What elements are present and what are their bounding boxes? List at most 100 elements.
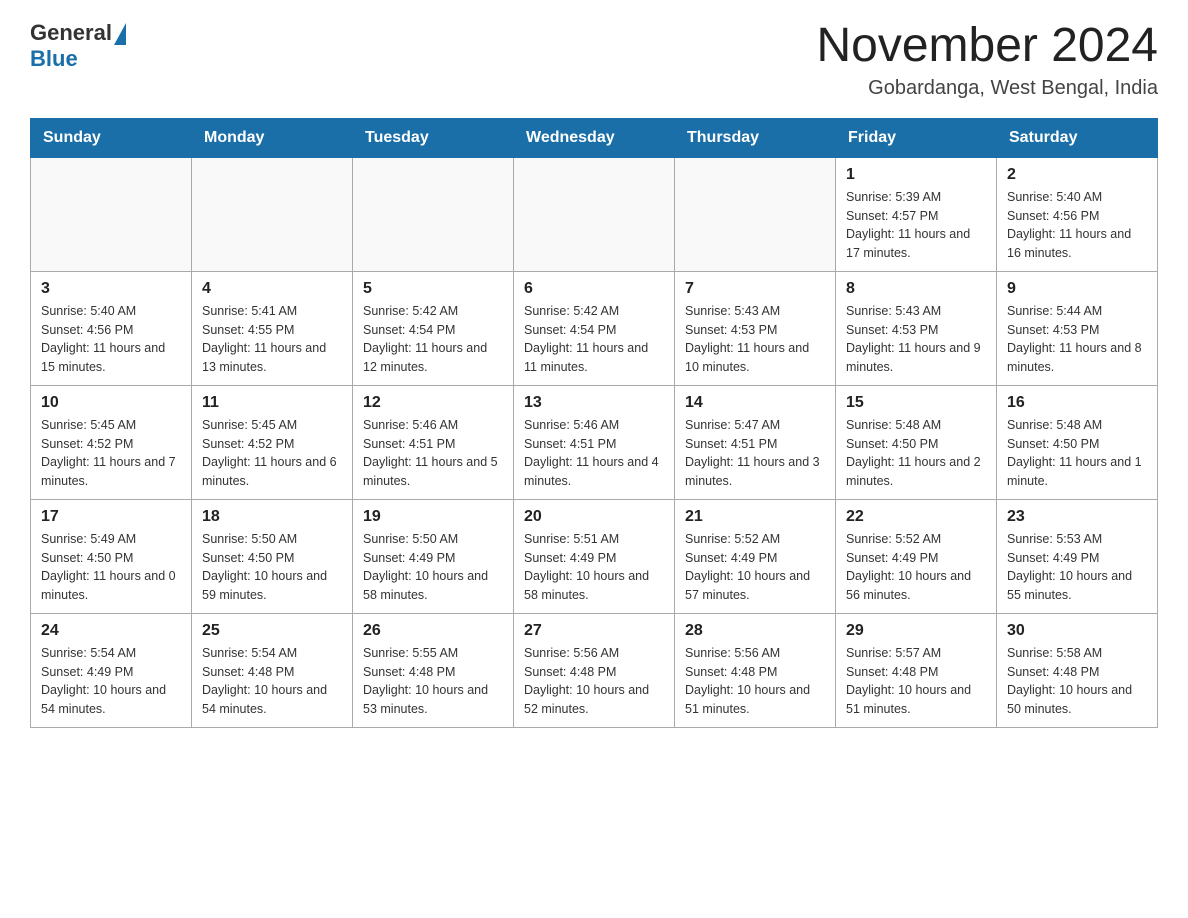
day-info: Sunrise: 5:44 AMSunset: 4:53 PMDaylight:… [1007,302,1147,377]
day-number: 12 [363,394,503,412]
day-info: Sunrise: 5:40 AMSunset: 4:56 PMDaylight:… [41,302,181,377]
day-number: 16 [1007,394,1147,412]
day-number: 19 [363,508,503,526]
calendar-cell: 26 Sunrise: 5:55 AMSunset: 4:48 PMDayligh… [353,613,514,727]
calendar-week-4: 17 Sunrise: 5:49 AMSunset: 4:50 PMDayligh… [31,499,1158,613]
calendar-cell: 15 Sunrise: 5:48 AMSunset: 4:50 PMDayligh… [836,385,997,499]
day-number: 27 [524,622,664,640]
calendar-cell: 10 Sunrise: 5:45 AMSunset: 4:52 PMDayligh… [31,385,192,499]
calendar-cell: 27Sunrise: 5:56 AMSunset: 4:48 PMDayligh… [514,613,675,727]
calendar-cell: 28 Sunrise: 5:56 AMSunset: 4:48 PMDayligh… [675,613,836,727]
calendar-cell: 14Sunrise: 5:47 AMSunset: 4:51 PMDayligh… [675,385,836,499]
day-number: 3 [41,280,181,298]
day-header-saturday: Saturday [997,118,1158,157]
calendar-week-5: 24Sunrise: 5:54 AMSunset: 4:49 PMDayligh… [31,613,1158,727]
calendar-cell: 5 Sunrise: 5:42 AMSunset: 4:54 PMDaylight… [353,271,514,385]
calendar-cell: 9 Sunrise: 5:44 AMSunset: 4:53 PMDaylight… [997,271,1158,385]
day-header-friday: Friday [836,118,997,157]
calendar-cell: 30Sunrise: 5:58 AMSunset: 4:48 PMDayligh… [997,613,1158,727]
calendar-cell: 19 Sunrise: 5:50 AMSunset: 4:49 PMDayligh… [353,499,514,613]
day-number: 2 [1007,166,1147,184]
calendar-cell [675,157,836,271]
day-info: Sunrise: 5:45 AMSunset: 4:52 PMDaylight:… [41,416,181,491]
day-number: 1 [846,166,986,184]
day-number: 6 [524,280,664,298]
day-header-thursday: Thursday [675,118,836,157]
day-info: Sunrise: 5:43 AMSunset: 4:53 PMDaylight:… [685,302,825,377]
day-number: 9 [1007,280,1147,298]
day-info: Sunrise: 5:42 AMSunset: 4:54 PMDaylight:… [524,302,664,377]
day-info: Sunrise: 5:58 AMSunset: 4:48 PMDaylight:… [1007,644,1147,719]
calendar-cell: 29 Sunrise: 5:57 AMSunset: 4:48 PMDayligh… [836,613,997,727]
calendar-week-1: 1 Sunrise: 5:39 AMSunset: 4:57 PMDaylight… [31,157,1158,271]
days-header-row: SundayMondayTuesdayWednesdayThursdayFrid… [31,118,1158,157]
calendar-cell: 23Sunrise: 5:53 AMSunset: 4:49 PMDayligh… [997,499,1158,613]
day-number: 28 [685,622,825,640]
day-header-tuesday: Tuesday [353,118,514,157]
day-number: 15 [846,394,986,412]
day-info: Sunrise: 5:45 AMSunset: 4:52 PMDaylight:… [202,416,342,491]
day-number: 5 [363,280,503,298]
logo-triangle-icon [114,23,126,45]
day-number: 10 [41,394,181,412]
calendar-cell: 6 Sunrise: 5:42 AMSunset: 4:54 PMDaylight… [514,271,675,385]
calendar-cell [31,157,192,271]
subtitle: Gobardanga, West Bengal, India [816,77,1158,100]
calendar-cell: 2Sunrise: 5:40 AMSunset: 4:56 PMDaylight… [997,157,1158,271]
day-header-monday: Monday [192,118,353,157]
day-info: Sunrise: 5:43 AMSunset: 4:53 PMDaylight:… [846,302,986,377]
day-info: Sunrise: 5:41 AMSunset: 4:55 PMDaylight:… [202,302,342,377]
calendar-cell: 20 Sunrise: 5:51 AMSunset: 4:49 PMDayligh… [514,499,675,613]
day-info: Sunrise: 5:55 AMSunset: 4:48 PMDaylight:… [363,644,503,719]
calendar-cell: 7 Sunrise: 5:43 AMSunset: 4:53 PMDaylight… [675,271,836,385]
day-number: 22 [846,508,986,526]
calendar-cell: 13 Sunrise: 5:46 AMSunset: 4:51 PMDayligh… [514,385,675,499]
day-info: Sunrise: 5:47 AMSunset: 4:51 PMDaylight:… [685,416,825,491]
day-info: Sunrise: 5:51 AMSunset: 4:49 PMDaylight:… [524,530,664,605]
calendar-cell: 22 Sunrise: 5:52 AMSunset: 4:49 PMDayligh… [836,499,997,613]
day-number: 4 [202,280,342,298]
day-info: Sunrise: 5:57 AMSunset: 4:48 PMDaylight:… [846,644,986,719]
calendar-cell: 8 Sunrise: 5:43 AMSunset: 4:53 PMDaylight… [836,271,997,385]
day-info: Sunrise: 5:42 AMSunset: 4:54 PMDaylight:… [363,302,503,377]
day-number: 18 [202,508,342,526]
day-number: 29 [846,622,986,640]
calendar-cell: 24Sunrise: 5:54 AMSunset: 4:49 PMDayligh… [31,613,192,727]
day-info: Sunrise: 5:56 AMSunset: 4:48 PMDaylight:… [685,644,825,719]
calendar-cell [192,157,353,271]
logo-general-text: General [30,20,112,46]
day-number: 20 [524,508,664,526]
calendar-cell [514,157,675,271]
day-info: Sunrise: 5:50 AMSunset: 4:49 PMDaylight:… [363,530,503,605]
logo: General Blue [30,20,126,72]
calendar-cell: 21Sunrise: 5:52 AMSunset: 4:49 PMDayligh… [675,499,836,613]
header: General Blue November 2024 Gobardanga, W… [30,20,1158,100]
calendar-body: 1 Sunrise: 5:39 AMSunset: 4:57 PMDaylight… [31,157,1158,727]
day-info: Sunrise: 5:46 AMSunset: 4:51 PMDaylight:… [524,416,664,491]
calendar-cell: 11 Sunrise: 5:45 AMSunset: 4:52 PMDayligh… [192,385,353,499]
calendar-cell: 12Sunrise: 5:46 AMSunset: 4:51 PMDayligh… [353,385,514,499]
day-number: 26 [363,622,503,640]
calendar-cell: 4 Sunrise: 5:41 AMSunset: 4:55 PMDaylight… [192,271,353,385]
day-info: Sunrise: 5:39 AMSunset: 4:57 PMDaylight:… [846,188,986,263]
calendar-header: SundayMondayTuesdayWednesdayThursdayFrid… [31,118,1158,157]
day-number: 17 [41,508,181,526]
day-info: Sunrise: 5:50 AMSunset: 4:50 PMDaylight:… [202,530,342,605]
main-title: November 2024 [816,20,1158,73]
day-number: 23 [1007,508,1147,526]
calendar-cell: 3 Sunrise: 5:40 AMSunset: 4:56 PMDaylight… [31,271,192,385]
day-number: 13 [524,394,664,412]
calendar-table: SundayMondayTuesdayWednesdayThursdayFrid… [30,118,1158,728]
day-header-sunday: Sunday [31,118,192,157]
calendar-cell: 25Sunrise: 5:54 AMSunset: 4:48 PMDayligh… [192,613,353,727]
day-info: Sunrise: 5:48 AMSunset: 4:50 PMDaylight:… [846,416,986,491]
day-info: Sunrise: 5:52 AMSunset: 4:49 PMDaylight:… [846,530,986,605]
day-info: Sunrise: 5:48 AMSunset: 4:50 PMDaylight:… [1007,416,1147,491]
day-number: 8 [846,280,986,298]
day-number: 25 [202,622,342,640]
day-info: Sunrise: 5:49 AMSunset: 4:50 PMDaylight:… [41,530,181,605]
day-info: Sunrise: 5:52 AMSunset: 4:49 PMDaylight:… [685,530,825,605]
day-number: 24 [41,622,181,640]
day-number: 11 [202,394,342,412]
day-number: 7 [685,280,825,298]
